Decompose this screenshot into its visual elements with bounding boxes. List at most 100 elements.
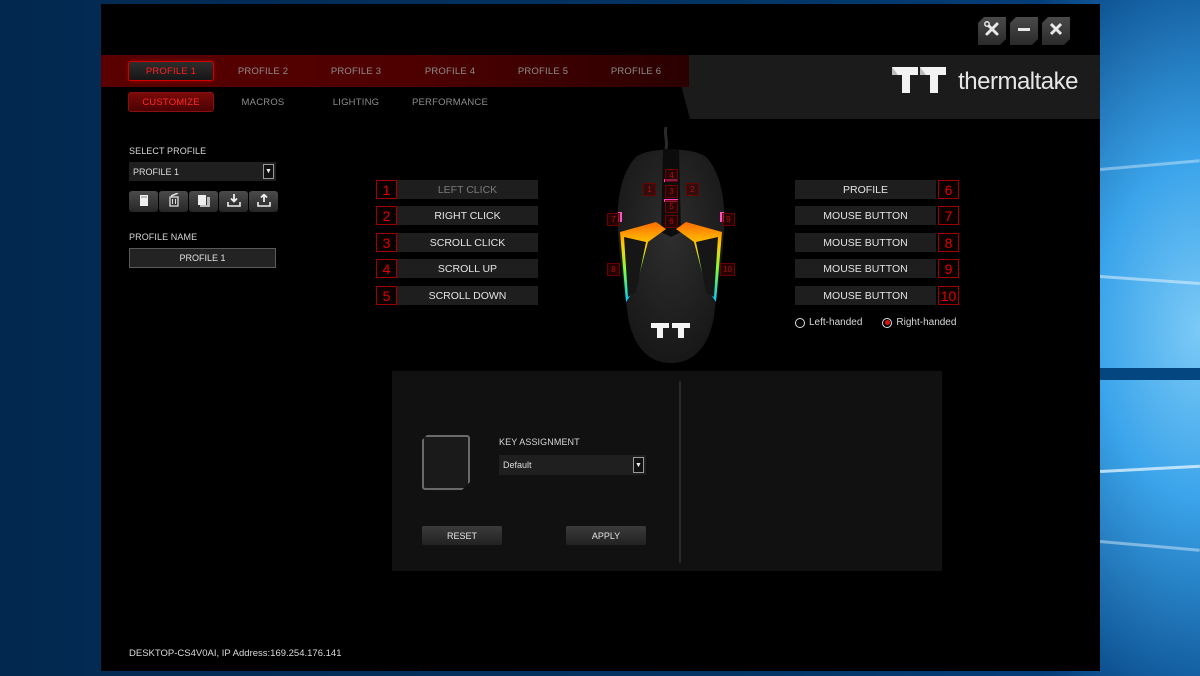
settings-button[interactable] (978, 17, 1006, 45)
taskbar-edge (1100, 368, 1200, 380)
mouse-marker-4[interactable]: 4 (665, 169, 678, 182)
key-assignment-select[interactable]: Default ▼ (499, 455, 646, 475)
right-handed-radio[interactable] (882, 317, 893, 328)
button-number: 8 (938, 233, 959, 252)
assign-button-1[interactable]: LEFT CLICK (397, 180, 538, 199)
tab-profile-2[interactable]: PROFILE 2 (220, 61, 306, 81)
assign-button-6[interactable]: PROFILE (795, 180, 936, 199)
chevron-down-icon[interactable]: ▼ (633, 457, 644, 473)
button-number: 1 (376, 180, 397, 199)
profile-select-value: PROFILE 1 (133, 166, 180, 177)
panel-divider (679, 381, 681, 563)
button-row-7: MOUSE BUTTON 7 (795, 206, 959, 225)
minimize-button[interactable] (1010, 17, 1038, 45)
button-row-4: 4 SCROLL UP (376, 259, 538, 278)
right-handed-label: Right-handed (896, 317, 957, 328)
profile-select[interactable]: PROFILE 1 ▼ (129, 162, 276, 181)
mouse-marker-1[interactable]: 1 (643, 183, 656, 196)
tools-icon (984, 21, 1000, 42)
mouse-marker-6[interactable]: 6 (665, 215, 678, 228)
wallpaper-streak (1099, 540, 1200, 552)
button-row-2: 2 RIGHT CLICK (376, 206, 538, 225)
trash-icon (168, 192, 180, 211)
button-number: 9 (938, 259, 959, 278)
app-window: thermaltake PROFILE 1 PROFILE 2 PROFILE … (101, 4, 1100, 671)
export-profile-button[interactable] (249, 191, 278, 212)
chevron-down-icon[interactable]: ▼ (263, 164, 274, 179)
button-row-3: 3 SCROLL CLICK (376, 233, 538, 252)
window-controls (978, 17, 1070, 45)
tab-profile-1[interactable]: PROFILE 1 (128, 61, 214, 81)
mouse-marker-8[interactable]: 8 (607, 263, 620, 276)
copy-profile-button[interactable] (189, 191, 218, 212)
apply-button[interactable]: APPLY (566, 526, 646, 545)
tab-lighting[interactable]: LIGHTING (313, 92, 399, 112)
button-number: 6 (938, 180, 959, 199)
button-row-8: MOUSE BUTTON 8 (795, 233, 959, 252)
mouse-illustration: 1 2 4 3 5 6 7 9 8 10 (606, 126, 736, 365)
button-row-6: PROFILE 6 (795, 180, 959, 199)
key-preview-icon (422, 435, 470, 490)
brand-name: thermaltake (958, 68, 1078, 95)
select-profile-label: SELECT PROFILE (129, 146, 207, 156)
status-bar: DESKTOP-CS4V0AI, IP Address:169.254.176.… (129, 648, 342, 659)
minimize-icon (1017, 21, 1031, 41)
mouse-marker-5[interactable]: 5 (665, 200, 678, 213)
button-number: 5 (376, 286, 397, 305)
button-row-1: 1 LEFT CLICK (376, 180, 538, 199)
reset-button[interactable]: RESET (422, 526, 502, 545)
button-number: 10 (938, 286, 959, 305)
button-row-10: MOUSE BUTTON 10 (795, 286, 959, 305)
assign-button-2[interactable]: RIGHT CLICK (397, 206, 538, 225)
delete-profile-button[interactable] (159, 191, 188, 212)
assign-button-10[interactable]: MOUSE BUTTON (795, 286, 936, 305)
new-profile-button[interactable] (129, 191, 158, 212)
wallpaper-streak (1099, 464, 1200, 473)
handedness-options: Left-handed Right-handed (795, 317, 956, 328)
tt-logo-icon (892, 67, 948, 97)
assign-button-3[interactable]: SCROLL CLICK (397, 233, 538, 252)
import-profile-button[interactable] (219, 191, 248, 212)
button-number: 2 (376, 206, 397, 225)
tab-macros[interactable]: MACROS (220, 92, 306, 112)
thermaltake-logo: thermaltake (892, 67, 1078, 97)
new-file-icon (138, 192, 150, 211)
button-number: 4 (376, 259, 397, 278)
mouse-marker-2[interactable]: 2 (686, 183, 699, 196)
radio-selected-dot (884, 320, 890, 325)
assign-button-7[interactable]: MOUSE BUTTON (795, 206, 936, 225)
key-assignment-panel: KEY ASSIGNMENT Default ▼ RESET APPLY (392, 371, 942, 571)
button-number: 3 (376, 233, 397, 252)
key-assignment-label: KEY ASSIGNMENT (499, 437, 580, 447)
copy-icon (197, 192, 211, 211)
tab-performance[interactable]: PERFORMANCE (407, 92, 493, 112)
assign-button-5[interactable]: SCROLL DOWN (397, 286, 538, 305)
button-number: 7 (938, 206, 959, 225)
assign-button-9[interactable]: MOUSE BUTTON (795, 259, 936, 278)
tab-profile-5[interactable]: PROFILE 5 (500, 61, 586, 81)
import-icon (226, 192, 241, 211)
mouse-marker-9[interactable]: 9 (722, 213, 735, 226)
left-handed-radio[interactable] (795, 317, 805, 328)
tab-customize[interactable]: CUSTOMIZE (128, 92, 214, 112)
wallpaper-streak (1099, 159, 1200, 171)
mouse-marker-10[interactable]: 10 (720, 263, 735, 276)
profile-name-field[interactable]: PROFILE 1 (129, 248, 276, 268)
mouse-marker-3[interactable]: 3 (665, 185, 678, 198)
button-row-5: 5 SCROLL DOWN (376, 286, 538, 305)
close-button[interactable] (1042, 17, 1070, 45)
button-row-9: MOUSE BUTTON 9 (795, 259, 959, 278)
export-icon (256, 192, 271, 211)
close-icon (1049, 21, 1063, 41)
tab-profile-4[interactable]: PROFILE 4 (407, 61, 493, 81)
assign-button-4[interactable]: SCROLL UP (397, 259, 538, 278)
assign-button-8[interactable]: MOUSE BUTTON (795, 233, 936, 252)
tab-profile-3[interactable]: PROFILE 3 (313, 61, 399, 81)
profile-name-label: PROFILE NAME (129, 232, 198, 242)
mouse-image (617, 126, 725, 363)
mouse-marker-7[interactable]: 7 (607, 213, 620, 226)
left-handed-label: Left-handed (809, 317, 863, 328)
key-assignment-value: Default (503, 460, 532, 470)
wallpaper-streak (1099, 275, 1200, 285)
tab-profile-6[interactable]: PROFILE 6 (593, 61, 679, 81)
